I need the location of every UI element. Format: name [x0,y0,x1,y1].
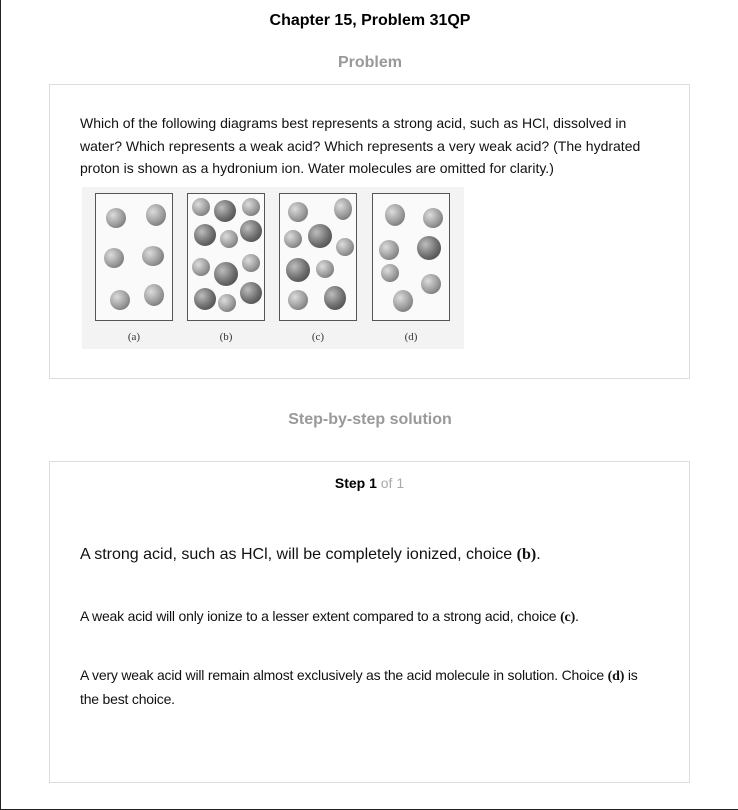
step-indicator: Step 1 of 1 [50,475,689,491]
diagram-panel-d [372,193,450,321]
anion [242,198,260,216]
acid-molecule [142,246,164,266]
diagram-panel-b [187,193,265,321]
diagram-panel-c [279,193,357,321]
acid-molecule [423,208,443,228]
solution-text-end: . [536,546,541,563]
diagram-label-b: (b) [219,331,233,343]
step-number: Step 1 [334,475,377,491]
anion [316,260,334,278]
acid-molecule [393,290,413,312]
anion [218,294,236,312]
acid-molecule [421,274,441,294]
hydronium-ion [324,286,346,310]
hydronium-ion [286,258,310,282]
hydronium-ion [308,224,332,248]
choice-label: (b) [516,546,537,563]
step-total: of 1 [376,475,405,491]
anion [192,198,210,216]
hydronium-ion [194,224,216,246]
hydronium-ion [194,288,216,310]
anion [284,230,302,248]
diagram-label-c: (c) [311,331,325,343]
acid-molecule [146,204,166,226]
diagram-label-d: (d) [404,331,418,343]
anion [192,258,210,276]
page-title: Chapter 15, Problem 31QP [269,12,471,29]
hydronium-ion [240,282,262,304]
solution-paragraph-very-weak-acid: A very weak acid will remain almost excl… [80,664,650,710]
problem-heading: Problem [337,54,402,71]
solution-text-end: . [575,608,579,624]
solution-text: A strong acid, such as HCl, will be comp… [80,546,517,563]
acid-molecule [288,202,308,222]
anion [381,264,399,282]
anion [242,254,260,272]
solution-heading: Step-by-step solution [288,411,452,428]
solution-text: A very weak acid will remain almost excl… [80,667,608,683]
hydronium-ion [214,200,236,222]
solution-text: A weak acid will only ionize to a lesser… [80,608,561,624]
anion [220,230,238,248]
acid-molecule [334,198,352,220]
hydronium-ion [214,262,238,286]
choice-label: (c) [560,610,576,625]
acid-molecule [385,204,405,226]
hydronium-ion [240,220,262,242]
diagram-label-a: (a) [127,331,141,343]
acid-molecule [104,248,124,268]
choice-label: (d) [607,669,625,684]
anion [336,238,354,256]
acid-molecule [288,290,308,310]
acid-molecule [110,290,130,310]
acid-molecule [379,240,399,260]
acid-molecule [144,284,164,306]
problem-text: Which of the following diagrams best rep… [80,115,641,176]
acid-molecule [106,208,126,228]
molecule-diagram-figure: (a) (b) (c) (d) [82,187,464,349]
hydronium-ion [417,236,441,260]
diagram-panel-a [95,193,173,321]
solution-paragraph-strong-acid: A strong acid, such as HCl, will be comp… [80,546,660,564]
problem-card: Which of the following diagrams best rep… [49,84,690,379]
solution-card: Step 1 of 1 A strong acid, such as HCl, … [49,461,690,783]
solution-paragraph-weak-acid: A weak acid will only ionize to a lesser… [80,605,660,629]
